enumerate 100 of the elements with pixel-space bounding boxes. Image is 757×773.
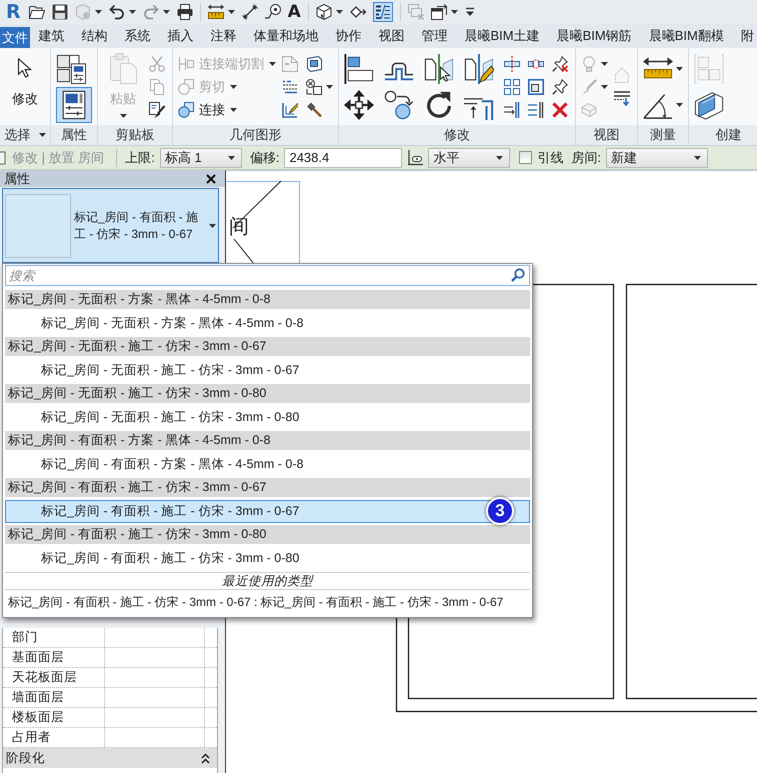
ribbon-tab[interactable]: 注释 bbox=[202, 24, 245, 48]
clipboard-icon bbox=[107, 52, 139, 84]
layered-panels-icon[interactable] bbox=[694, 90, 724, 120]
ribbon-tab[interactable]: 晨曦BIM土建 bbox=[456, 24, 548, 48]
delete-icon[interactable] bbox=[552, 102, 568, 118]
split-face-icon[interactable] bbox=[282, 78, 298, 94]
section-marker-icon[interactable] bbox=[350, 4, 366, 20]
collapse-icon bbox=[201, 752, 210, 764]
ruler-icon[interactable] bbox=[208, 4, 224, 20]
caret-icon bbox=[209, 224, 216, 228]
recent-type-option[interactable]: 标记_房间 - 有面积 - 施工 - 仿宋 - 3mm - 0-67 : 标记_房间 - 有面积 - 施工 - 仿宋 - 3mm - 0-67 bbox=[5, 590, 530, 614]
field-label: 偏移: bbox=[250, 148, 280, 166]
type-option[interactable]: 标记_房间 - 无面积 - 方案 - 黑体 - 4-5mm - 0-8 bbox=[5, 312, 530, 335]
mirror-pencil-icon[interactable] bbox=[464, 54, 494, 84]
ribbon-button[interactable]: 修改 bbox=[5, 48, 45, 125]
panel-title: 视图 bbox=[594, 126, 620, 144]
checkbox[interactable] bbox=[519, 151, 532, 164]
save-icon[interactable] bbox=[52, 4, 68, 20]
type-properties-icon[interactable] bbox=[56, 54, 86, 84]
join-geometry-icon bbox=[178, 102, 194, 118]
group-header[interactable]: 阶段化 bbox=[3, 748, 217, 768]
pushpin-icon[interactable] bbox=[552, 78, 568, 94]
windows-icon[interactable] bbox=[430, 4, 447, 20]
type-option[interactable]: 标记_房间 - 无面积 - 施工 - 仿宋 - 3mm - 0-67 bbox=[5, 359, 530, 382]
search-field[interactable]: 搜索 bbox=[5, 265, 530, 286]
trim-multiple-icon[interactable] bbox=[528, 102, 544, 118]
copy-circles-icon[interactable] bbox=[384, 90, 414, 120]
type-selector[interactable]: 标记_房间 - 有面积 - 施工 - 仿宋 - 3mm - 0-67 bbox=[2, 188, 219, 263]
preview-placeholder bbox=[5, 194, 71, 258]
panel-title: 测量 bbox=[650, 126, 676, 144]
context-label: 修改 | 放置 房间 bbox=[12, 148, 118, 166]
input-field[interactable]: 2438.4 bbox=[284, 148, 402, 168]
sheet-brush-icon[interactable] bbox=[149, 102, 165, 118]
panel-title: 几何图形 bbox=[230, 126, 282, 144]
dropdown[interactable]: 水平 bbox=[428, 148, 510, 168]
property-label: 占用者 bbox=[3, 728, 105, 747]
caret-icon[interactable] bbox=[228, 10, 235, 14]
ribbon-tab[interactable]: 建筑 bbox=[30, 24, 73, 48]
move-icon[interactable] bbox=[344, 90, 374, 120]
customize-menu-icon[interactable] bbox=[464, 7, 475, 17]
ribbon-button[interactable]: 连接 bbox=[178, 98, 276, 121]
caret-icon[interactable] bbox=[676, 102, 683, 106]
room-tag-text: 间 bbox=[229, 214, 249, 238]
text-tool-button[interactable]: A bbox=[288, 3, 301, 21]
type-option[interactable]: 标记_房间 - 无面积 - 施工 - 仿宋 - 3mm - 0-80 bbox=[5, 406, 530, 429]
property-label: 天花板面层 bbox=[3, 668, 105, 687]
corner-pencil-icon[interactable] bbox=[282, 102, 298, 118]
caret-icon[interactable] bbox=[450, 10, 458, 14]
ribbon-tab[interactable]: 晨曦BIM钢筋 bbox=[548, 24, 640, 48]
wall-face-icon[interactable] bbox=[306, 56, 322, 72]
mirror-axis-icon[interactable] bbox=[424, 54, 454, 84]
type-option[interactable]: 标记_房间 - 有面积 - 方案 - 黑体 - 4-5mm - 0-8 bbox=[5, 453, 530, 476]
align-icon[interactable] bbox=[344, 54, 374, 84]
family-header: 标记_房间 - 无面积 - 施工 - 仿宋 - 3mm - 0-67 bbox=[5, 337, 530, 356]
caret-icon[interactable] bbox=[326, 84, 333, 88]
family-header: 标记_房间 - 无面积 - 施工 - 仿宋 - 3mm - 0-80 bbox=[5, 384, 530, 403]
application-menu-button[interactable]: R bbox=[4, 1, 27, 23]
dropdown[interactable]: 标高 1 bbox=[160, 148, 242, 168]
printer-icon[interactable] bbox=[176, 4, 193, 20]
ribbon-tab[interactable]: 晨曦BIM翻模 bbox=[640, 24, 732, 48]
hammer-icon[interactable] bbox=[306, 102, 322, 118]
caret-icon[interactable] bbox=[676, 66, 683, 70]
tool-icon bbox=[0, 150, 6, 164]
ribbon-tab[interactable]: 插入 bbox=[159, 24, 202, 48]
unjoin-icon[interactable] bbox=[306, 78, 322, 94]
ribbon-tab[interactable]: 协作 bbox=[327, 24, 370, 48]
split-icon[interactable] bbox=[504, 56, 520, 72]
folder-icon[interactable] bbox=[28, 4, 45, 20]
caret-icon[interactable] bbox=[336, 10, 343, 14]
group-label: 阶段化 bbox=[6, 750, 45, 766]
cube-icon[interactable] bbox=[316, 4, 332, 20]
trim-extend-icon[interactable] bbox=[504, 102, 520, 118]
checkbox-label: 引线 bbox=[537, 148, 564, 166]
tag-orientation-icon bbox=[407, 150, 424, 166]
array-icon[interactable] bbox=[504, 78, 520, 94]
close-icon[interactable] bbox=[206, 174, 216, 184]
ribbon-tab[interactable]: 系统 bbox=[116, 24, 159, 48]
dropdown[interactable]: 新建 bbox=[606, 148, 708, 168]
dimension-icon[interactable] bbox=[242, 4, 258, 20]
rotate-icon[interactable] bbox=[424, 90, 454, 120]
ribbon-tab[interactable]: 视图 bbox=[370, 24, 413, 48]
type-option[interactable]: 标记_房间 - 有面积 - 施工 - 仿宋 - 3mm - 0-80 bbox=[5, 547, 530, 570]
cut-geometry-icon bbox=[178, 78, 194, 94]
family-header: 标记_房间 - 有面积 - 方案 - 黑体 - 4-5mm - 0-8 bbox=[5, 431, 530, 450]
cut-join-icon bbox=[178, 56, 194, 72]
tag-leader-icon[interactable] bbox=[264, 4, 281, 20]
ribbon-tab[interactable]: 管理 bbox=[413, 24, 456, 48]
caret-icon[interactable] bbox=[38, 133, 46, 137]
ribbon-tab[interactable]: 体量和场地 bbox=[245, 24, 327, 48]
linework-icon[interactable] bbox=[614, 90, 630, 106]
caret-icon bbox=[496, 156, 504, 160]
undo-icon[interactable] bbox=[108, 4, 125, 20]
panel-title: 选择 bbox=[4, 126, 30, 144]
ribbon-tab[interactable]: 结构 bbox=[73, 24, 116, 48]
unpin-icon[interactable] bbox=[552, 56, 568, 72]
scale-icon[interactable] bbox=[528, 78, 544, 94]
ribbon-tab[interactable]: 附 bbox=[732, 24, 757, 48]
caret-icon[interactable] bbox=[128, 10, 136, 14]
search-icon bbox=[511, 268, 525, 282]
file-menu-tab[interactable]: 文件 bbox=[0, 27, 30, 48]
